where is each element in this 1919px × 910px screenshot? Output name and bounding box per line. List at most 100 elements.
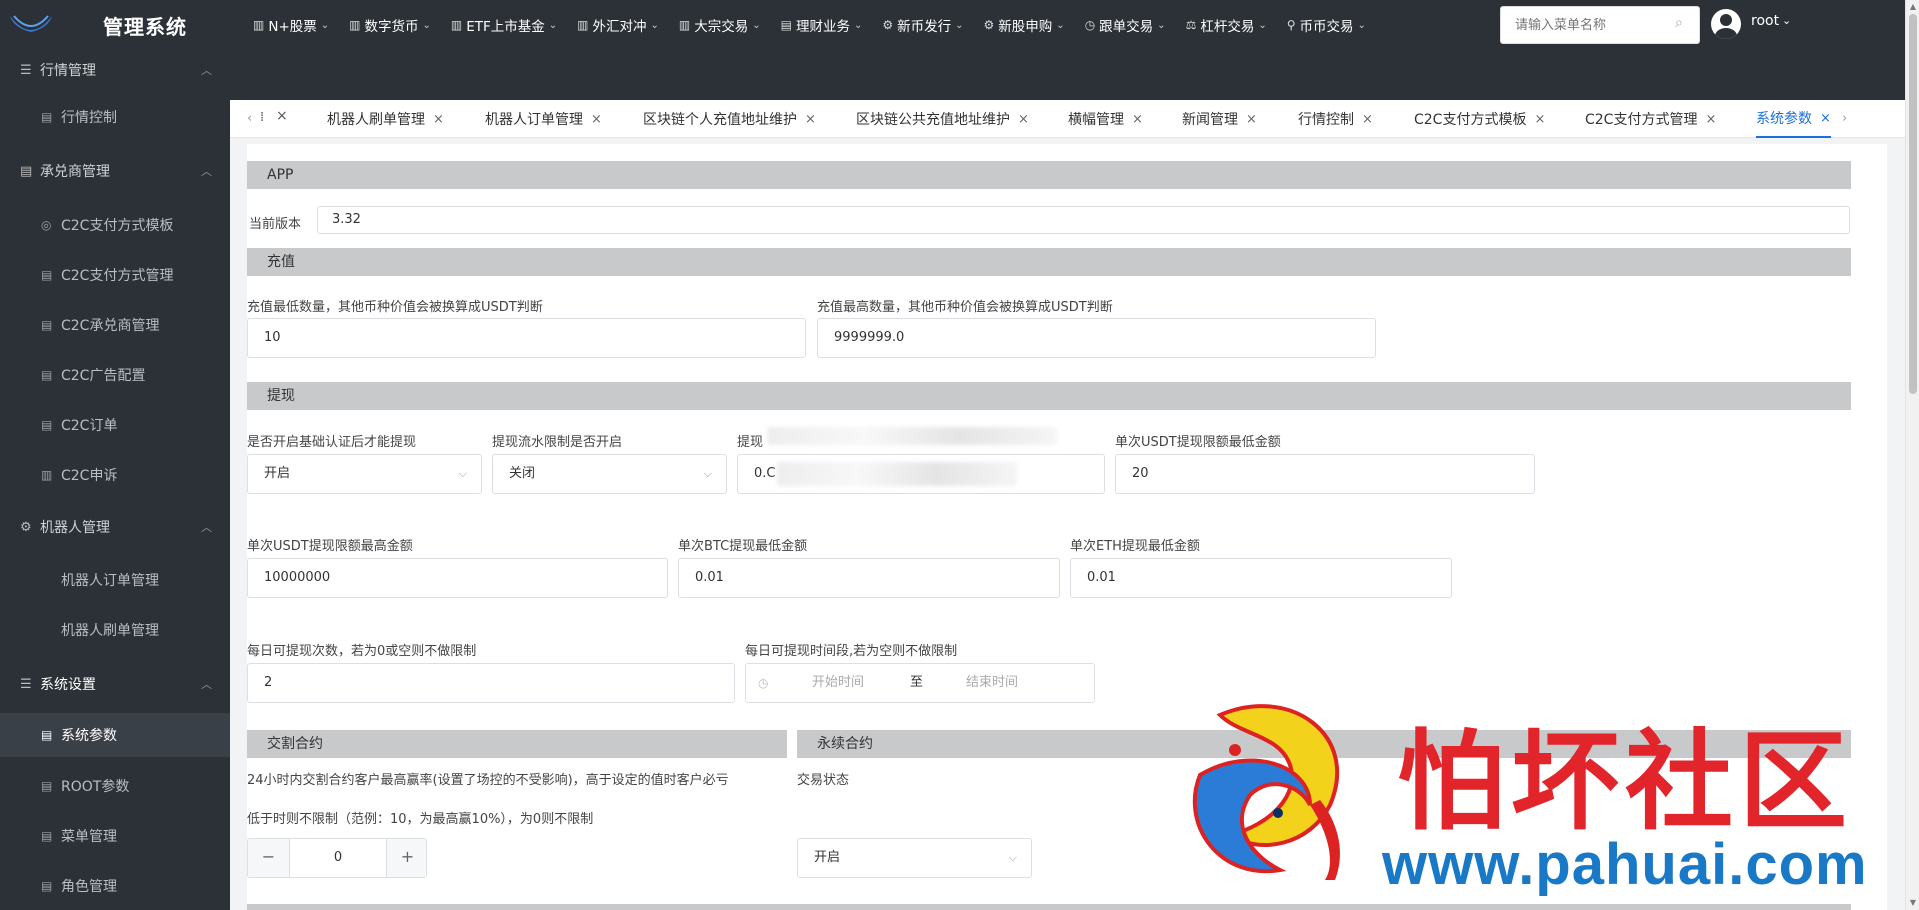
sidebar-item-c2c-ads[interactable]: ▤ C2C广告配置 bbox=[0, 353, 230, 397]
end-time-input[interactable]: 结束时间 bbox=[966, 664, 1018, 702]
sidebar-group-acceptor[interactable]: ▤ 承兑商管理 ︿ bbox=[0, 151, 230, 191]
topnav-leverage[interactable]: ⚖ 杠杆交易 ⌄ bbox=[1176, 0, 1277, 50]
scroll-up-icon[interactable]: ▲ bbox=[1909, 2, 1917, 11]
page-scrollbar[interactable]: ▲ ▼ bbox=[1905, 0, 1919, 910]
topnav-block-trade[interactable]: ▥ 大宗交易 ⌄ bbox=[669, 0, 771, 50]
list-icon: ▤ bbox=[780, 18, 792, 32]
chevron-down-icon: ⌄ bbox=[955, 19, 964, 31]
tab-banner[interactable]: 横幅管理 × bbox=[1068, 100, 1143, 138]
username[interactable]: root bbox=[1751, 13, 1779, 29]
sidebar-item-market-control[interactable]: ▤ 行情控制 bbox=[0, 95, 230, 139]
start-time-input[interactable]: 开始时间 bbox=[812, 664, 864, 702]
close-icon[interactable]: × bbox=[1246, 112, 1257, 127]
close-icon[interactable]: × bbox=[1018, 112, 1029, 127]
bar-chart-icon: ▥ bbox=[577, 18, 589, 32]
tab-bar: ‹ ⁞ × 机器人刷单管理 × 机器人订单管理 × 区块链个人充值地址维护 × 区块链… bbox=[230, 100, 1905, 138]
flow-limit-select[interactable]: 关闭 ⌵ bbox=[492, 454, 727, 494]
tab-robot-orders[interactable]: 机器人订单管理 × bbox=[485, 100, 602, 138]
usdt-min-input[interactable]: 20 bbox=[1115, 454, 1535, 494]
topnav-wealth[interactable]: ▤ 理财业务 ⌄ bbox=[771, 0, 873, 50]
sidebar-item-c2c-appeal[interactable]: ▥ C2C申诉 bbox=[0, 453, 230, 497]
sidebar-item-menu-manage[interactable]: ▤ 菜单管理 bbox=[0, 814, 230, 858]
kyc-withdraw-select[interactable]: 开启 ⌵ bbox=[247, 454, 482, 494]
search-icon[interactable]: ⌕ bbox=[1675, 15, 1683, 31]
usdt-max-label: 单次USDT提现限额最高金额 bbox=[247, 539, 413, 554]
chevron-up-icon: ︿ bbox=[201, 64, 212, 77]
avatar[interactable] bbox=[1711, 9, 1741, 39]
trade-status-select[interactable]: 开启 ⌵ bbox=[797, 838, 1032, 878]
bar-chart-icon: ▥ bbox=[450, 18, 463, 32]
sidebar-item-system-params[interactable]: ▤ 系统参数 bbox=[0, 713, 230, 757]
sidebar-item-c2c-payment-manage[interactable]: ▤ C2C支付方式管理 bbox=[0, 253, 230, 297]
topnav-crypto[interactable]: ▥ 数字货币 ⌄ bbox=[339, 0, 441, 50]
tab-chain-personal-address[interactable]: 区块链个人充值地址维护 × bbox=[643, 100, 816, 138]
doc-icon: ▤ bbox=[41, 368, 53, 382]
usdt-max-input[interactable]: 10000000 bbox=[247, 558, 668, 598]
scroll-down-icon[interactable]: ▼ bbox=[1909, 898, 1917, 907]
daily-count-input[interactable]: 2 bbox=[247, 663, 735, 703]
recharge-min-input[interactable]: 10 bbox=[247, 318, 806, 358]
close-icon[interactable]: × bbox=[805, 112, 816, 127]
bar-chart-icon: ▥ bbox=[678, 18, 691, 32]
close-icon[interactable]: × bbox=[433, 112, 444, 127]
sidebar-item-root-params[interactable]: ▤ ROOT参数 bbox=[0, 764, 230, 808]
sidebar-item-robot-orders[interactable]: 机器人订单管理 bbox=[0, 558, 230, 602]
doc-icon: ▤ bbox=[41, 418, 53, 432]
tab-news[interactable]: 新闻管理 × bbox=[1182, 100, 1257, 138]
range-separator: 至 bbox=[910, 675, 924, 690]
top-bar: 管理系统 ▥ N+股票 ⌄ ▥ 数字货币 ⌄ ▥ ETF上市基金 ⌄ ▥ 外汇对冲 ⌄ ▥ 大宗交… bbox=[0, 0, 1905, 100]
tab-c2c-payment-template[interactable]: C2C支付方式模板 × bbox=[1414, 100, 1545, 138]
tab-c2c-payment-manage[interactable]: C2C支付方式管理 × bbox=[1585, 100, 1716, 138]
topnav-ipo[interactable]: ⚙ 新股申购 ⌄ bbox=[974, 0, 1075, 50]
sidebar-group-system[interactable]: ☰ 系统设置 ︿ bbox=[0, 664, 230, 704]
chevron-left-icon[interactable]: ‹ bbox=[247, 111, 252, 126]
topnav-stocks[interactable]: ▥ N+股票 ⌄ bbox=[243, 0, 339, 50]
doc-icon: ▤ bbox=[41, 879, 53, 893]
close-icon[interactable]: × bbox=[591, 112, 602, 127]
section-perpetual: 永续合约 bbox=[797, 730, 1851, 758]
section-delivery: 交割合约 bbox=[247, 730, 787, 758]
close-icon[interactable]: × bbox=[1362, 112, 1373, 127]
close-icon[interactable]: × bbox=[1705, 112, 1716, 127]
close-icon[interactable]: × bbox=[276, 108, 288, 124]
close-icon[interactable]: × bbox=[1534, 112, 1545, 127]
daily-time-label: 每日可提现时间段,若为空则不做限制 bbox=[745, 644, 958, 659]
tab-chain-public-address[interactable]: 区块链公共充值地址维护 × bbox=[856, 100, 1029, 138]
chevron-down-icon[interactable]: ⌄ bbox=[1782, 14, 1791, 27]
close-icon[interactable]: × bbox=[1132, 112, 1143, 127]
btc-min-input[interactable]: 0.01 bbox=[678, 558, 1060, 598]
list-icon: ☰ bbox=[20, 676, 32, 692]
sidebar-item-c2c-orders[interactable]: ▤ C2C订单 bbox=[0, 403, 230, 447]
daily-time-range-picker[interactable]: ◷ 开始时间 至 结束时间 bbox=[745, 663, 1095, 703]
sidebar-group-robot[interactable]: ⚙ 机器人管理 ︿ bbox=[0, 507, 230, 547]
scroll-thumb[interactable] bbox=[1909, 14, 1917, 394]
tab-system-params[interactable]: 系统参数 × bbox=[1756, 100, 1831, 138]
sidebar-item-robot-brush[interactable]: 机器人刷单管理 bbox=[0, 608, 230, 652]
menu-search-input[interactable] bbox=[1500, 6, 1700, 44]
chevron-down-icon: ⌵ bbox=[703, 467, 712, 480]
sidebar-item-c2c-payment-template[interactable]: ◎ C2C支付方式模板 bbox=[0, 203, 230, 247]
topnav-etf[interactable]: ▥ ETF上市基金 ⌄ bbox=[441, 0, 567, 50]
plus-icon[interactable]: + bbox=[386, 839, 426, 877]
tab-market-control[interactable]: 行情控制 × bbox=[1298, 100, 1373, 138]
current-version-label: 当前版本 bbox=[249, 217, 302, 232]
sidebar-group-market[interactable]: ☰ 行情管理 ︿ bbox=[0, 50, 230, 90]
chevron-down-icon: ⌄ bbox=[752, 19, 761, 31]
topnav-coin-trade[interactable]: ⚲ 币币交易 ⌄ bbox=[1277, 0, 1376, 50]
doc-icon: ▤ bbox=[41, 829, 53, 843]
topnav-copy-trade[interactable]: ◷ 跟单交易 ⌄ bbox=[1075, 0, 1176, 50]
sidebar-item-c2c-acceptor[interactable]: ▤ C2C承兑商管理 bbox=[0, 303, 230, 347]
eth-min-input[interactable]: 0.01 bbox=[1070, 558, 1452, 598]
delivery-winrate-value[interactable]: 0 bbox=[290, 839, 386, 877]
sidebar-item-role-manage[interactable]: ▤ 角色管理 bbox=[0, 864, 230, 908]
tab-robot-brush[interactable]: 机器人刷单管理 × bbox=[327, 100, 444, 138]
delivery-winrate-stepper[interactable]: − 0 + bbox=[247, 838, 427, 878]
minus-icon[interactable]: − bbox=[248, 839, 290, 877]
topnav-new-coin[interactable]: ⚙ 新币发行 ⌄ bbox=[872, 0, 973, 50]
chevron-right-icon[interactable]: › bbox=[1842, 111, 1847, 126]
top-nav: ▥ N+股票 ⌄ ▥ 数字货币 ⌄ ▥ ETF上市基金 ⌄ ▥ 外汇对冲 ⌄ ▥ 大宗交易 ⌄ ▤ 理… bbox=[243, 0, 1376, 50]
current-version-input[interactable]: 3.32 bbox=[317, 206, 1850, 234]
topnav-forex[interactable]: ▥ 外汇对冲 ⌄ bbox=[567, 0, 669, 50]
close-icon[interactable]: × bbox=[1820, 111, 1831, 126]
recharge-max-input[interactable]: 9999999.0 bbox=[817, 318, 1376, 358]
